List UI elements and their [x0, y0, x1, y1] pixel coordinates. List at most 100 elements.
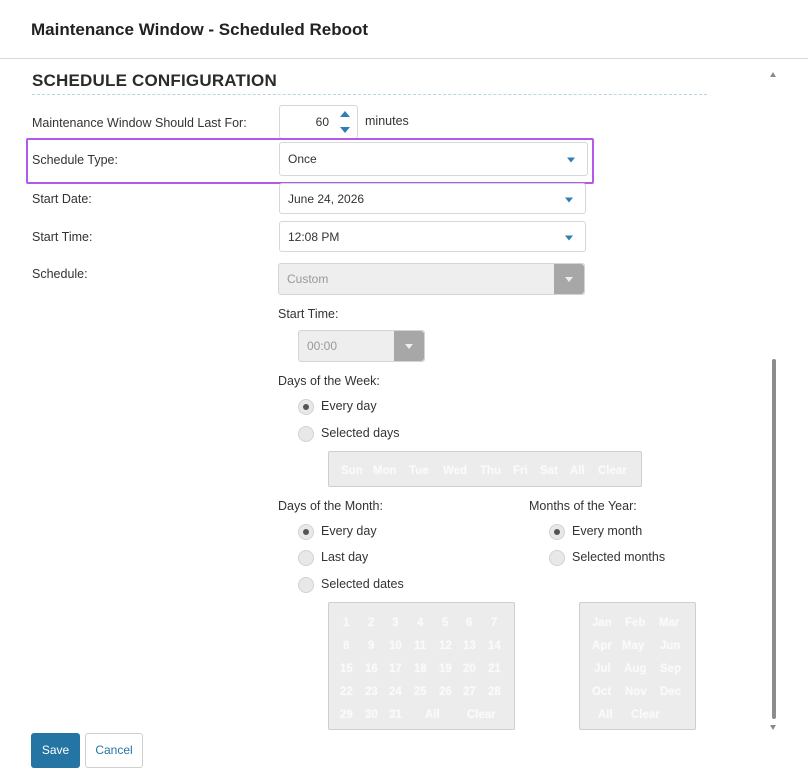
- weekday-thu[interactable]: Thu: [480, 465, 501, 477]
- weekday-clear[interactable]: Clear: [598, 465, 627, 477]
- date-cell[interactable]: 7: [491, 617, 497, 629]
- weekday-mon[interactable]: Mon: [373, 465, 397, 477]
- schedule-type-select[interactable]: Once: [279, 142, 588, 176]
- date-cell[interactable]: 15: [340, 663, 353, 675]
- schedule-select[interactable]: Custom: [278, 263, 585, 295]
- schedule-start-time-select[interactable]: 00:00: [298, 330, 425, 362]
- months-clear[interactable]: Clear: [631, 709, 660, 721]
- scrollbar[interactable]: [767, 70, 781, 732]
- option-last-day[interactable]: Last day: [321, 550, 368, 564]
- scroll-down-arrow-icon[interactable]: [770, 725, 776, 730]
- duration-input[interactable]: 60: [279, 105, 358, 139]
- option-selected-months[interactable]: Selected months: [572, 550, 665, 564]
- month-cell[interactable]: Aug: [624, 663, 646, 675]
- start-date-value: June 24, 2026: [288, 191, 365, 206]
- month-picker: Jan Feb Mar Apr May Jun Jul Aug Sep Oct …: [579, 602, 696, 730]
- radio-selected-dates[interactable]: [298, 577, 314, 593]
- weekday-picker: Sun Mon Tue Wed Thu Fri Sat All Clear: [328, 451, 642, 487]
- chevron-down-icon: [565, 235, 573, 240]
- chevron-down-icon: [405, 344, 413, 349]
- duration-unit: minutes: [365, 114, 409, 128]
- date-cell[interactable]: 29: [340, 709, 353, 721]
- start-time-select[interactable]: 12:08 PM: [279, 221, 586, 252]
- date-cell[interactable]: 14: [488, 640, 501, 652]
- dates-clear[interactable]: Clear: [467, 709, 496, 721]
- radio-selected-months[interactable]: [549, 550, 565, 566]
- radio-every-day-month[interactable]: [298, 524, 314, 540]
- months-all[interactable]: All: [598, 709, 613, 721]
- duration-value: 60: [315, 115, 329, 129]
- option-every-day-month[interactable]: Every day: [321, 524, 377, 538]
- radio-every-month[interactable]: [549, 524, 565, 540]
- date-cell[interactable]: 17: [389, 663, 402, 675]
- radio-selected-days[interactable]: [298, 426, 314, 442]
- date-cell[interactable]: 18: [414, 663, 427, 675]
- start-date-label: Start Date:: [32, 192, 92, 206]
- date-cell[interactable]: 16: [365, 663, 378, 675]
- option-every-month[interactable]: Every month: [572, 524, 642, 538]
- date-cell[interactable]: 31: [389, 709, 402, 721]
- date-cell[interactable]: 10: [389, 640, 402, 652]
- month-cell[interactable]: Oct: [592, 686, 611, 698]
- scrollbar-thumb[interactable]: [772, 359, 776, 719]
- date-cell[interactable]: 22: [340, 686, 353, 698]
- schedule-dropdown-button[interactable]: [554, 264, 584, 294]
- month-cell[interactable]: Jul: [594, 663, 611, 675]
- section-divider: [32, 94, 707, 95]
- date-cell[interactable]: 11: [414, 640, 426, 652]
- dates-all[interactable]: All: [425, 709, 440, 721]
- option-every-day-week[interactable]: Every day: [321, 399, 377, 413]
- option-selected-dates[interactable]: Selected dates: [321, 577, 404, 591]
- date-cell[interactable]: 12: [439, 640, 452, 652]
- start-time-label: Start Time:: [32, 230, 93, 244]
- date-cell[interactable]: 27: [463, 686, 476, 698]
- month-cell[interactable]: May: [622, 640, 644, 652]
- date-cell[interactable]: 28: [488, 686, 501, 698]
- date-cell[interactable]: 9: [368, 640, 374, 652]
- date-cell[interactable]: 20: [463, 663, 476, 675]
- date-cell[interactable]: 6: [466, 617, 472, 629]
- date-cell[interactable]: 1: [343, 617, 349, 629]
- date-cell[interactable]: 25: [414, 686, 427, 698]
- weekday-sat[interactable]: Sat: [540, 465, 558, 477]
- month-cell[interactable]: Jan: [592, 617, 612, 629]
- days-of-week-label: Days of the Week:: [278, 374, 380, 388]
- dialog-header: Maintenance Window - Scheduled Reboot: [0, 0, 808, 59]
- date-cell[interactable]: 5: [442, 617, 448, 629]
- weekday-fri[interactable]: Fri: [513, 465, 528, 477]
- date-cell[interactable]: 21: [488, 663, 501, 675]
- date-cell[interactable]: 4: [417, 617, 423, 629]
- date-cell[interactable]: 3: [392, 617, 398, 629]
- save-button[interactable]: Save: [31, 733, 80, 768]
- month-cell[interactable]: Nov: [625, 686, 647, 698]
- month-cell[interactable]: Dec: [660, 686, 681, 698]
- scroll-up-arrow-icon[interactable]: [770, 72, 776, 77]
- month-cell[interactable]: Sep: [660, 663, 681, 675]
- date-cell[interactable]: 13: [463, 640, 476, 652]
- date-cell[interactable]: 24: [389, 686, 402, 698]
- date-cell[interactable]: 23: [365, 686, 378, 698]
- increment-arrow-icon[interactable]: [340, 111, 350, 117]
- weekday-wed[interactable]: Wed: [443, 465, 467, 477]
- month-cell[interactable]: Feb: [625, 617, 645, 629]
- start-date-select[interactable]: June 24, 2026: [279, 183, 586, 214]
- schedule-start-time-dropdown-button[interactable]: [394, 331, 424, 361]
- weekday-sun[interactable]: Sun: [341, 465, 363, 477]
- weekday-all[interactable]: All: [570, 465, 585, 477]
- date-cell[interactable]: 26: [439, 686, 452, 698]
- decrement-arrow-icon[interactable]: [340, 127, 350, 133]
- cancel-button[interactable]: Cancel: [85, 733, 143, 768]
- weekday-tue[interactable]: Tue: [409, 465, 429, 477]
- date-cell[interactable]: 30: [365, 709, 378, 721]
- month-cell[interactable]: Mar: [659, 617, 679, 629]
- date-cell[interactable]: 8: [343, 640, 349, 652]
- date-cell[interactable]: 19: [439, 663, 452, 675]
- month-cell[interactable]: Apr: [592, 640, 612, 652]
- radio-last-day[interactable]: [298, 550, 314, 566]
- date-cell[interactable]: 2: [368, 617, 374, 629]
- radio-every-day-week[interactable]: [298, 399, 314, 415]
- month-cell[interactable]: Jun: [660, 640, 680, 652]
- option-selected-days[interactable]: Selected days: [321, 426, 400, 440]
- schedule-start-time-value: 00:00: [307, 339, 338, 353]
- section-title: SCHEDULE CONFIGURATION: [32, 71, 277, 90]
